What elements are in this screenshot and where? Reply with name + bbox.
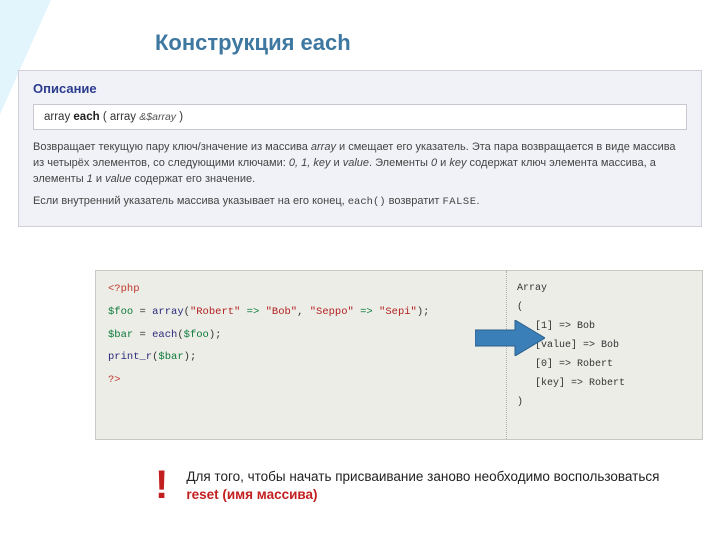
return-type: array <box>44 111 70 123</box>
sig-param: &$array <box>139 111 176 123</box>
function-name: each <box>73 111 99 123</box>
note-row: ! Для того, чтобы начать присваивание за… <box>155 465 695 505</box>
exclamation-icon: ! <box>155 465 168 505</box>
sig-close: ) <box>179 111 183 123</box>
description-heading: Описание <box>19 71 701 104</box>
sig-open: ( array <box>103 111 136 123</box>
slide-content: Конструкция each Описание array each ( a… <box>0 0 720 540</box>
code-example: <?php $foo = array("Robert" => "Bob", "S… <box>95 270 703 440</box>
description-paragraph-1: Возвращает текущую пару ключ/значение из… <box>19 140 701 194</box>
function-signature: array each ( array &$array ) <box>33 104 687 130</box>
description-paragraph-2: Если внутренний указатель массива указыв… <box>19 194 701 216</box>
code-source: <?php $foo = array("Robert" => "Bob", "S… <box>96 271 506 439</box>
page-title: Конструкция each <box>155 30 351 56</box>
note-text: Для того, чтобы начать присваивание зано… <box>186 465 695 504</box>
arrow-icon <box>475 320 545 356</box>
description-box: Описание array each ( array &$array ) Во… <box>18 70 702 227</box>
